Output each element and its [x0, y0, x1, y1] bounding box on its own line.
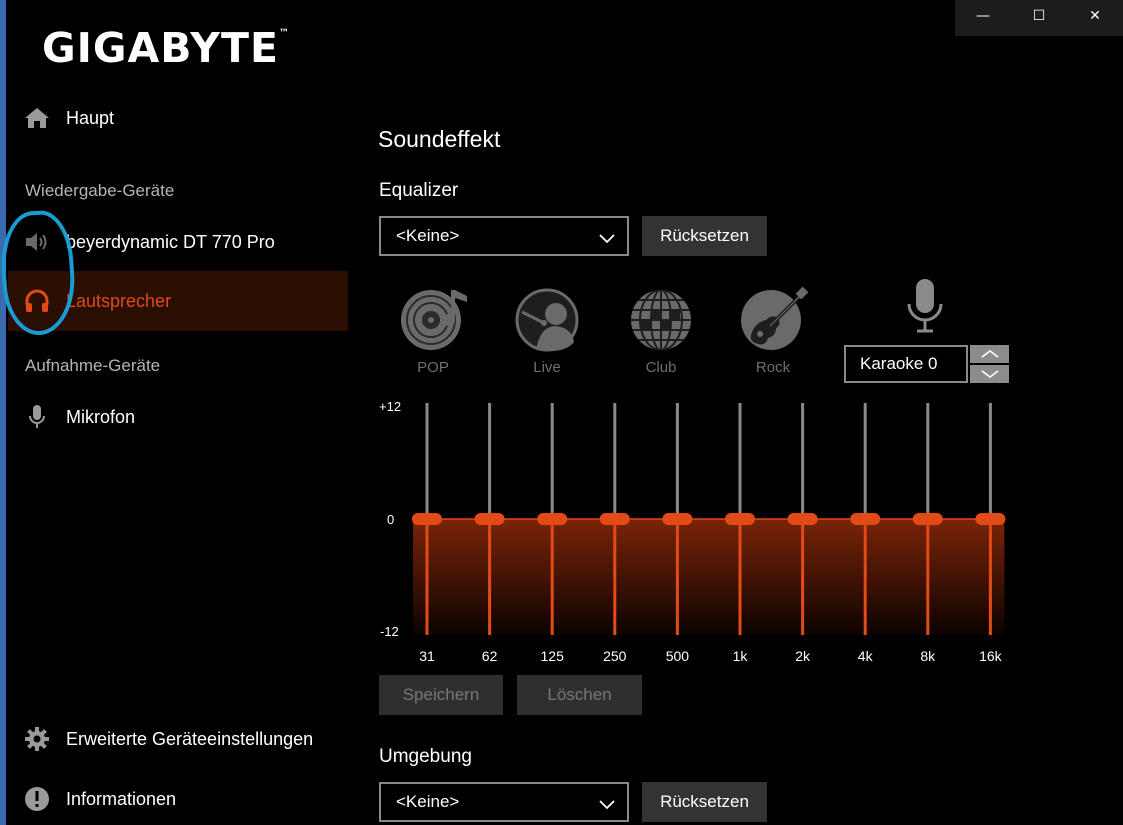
- sidebar-item-information[interactable]: Informationen: [8, 769, 348, 825]
- gigabyte-logo: GIGABYTE™: [42, 24, 290, 72]
- karaoke-up-button[interactable]: [970, 345, 1009, 363]
- chevron-down-icon: [599, 795, 615, 815]
- band-label-2k: 2k: [795, 648, 811, 664]
- home-icon: [24, 105, 50, 131]
- environment-heading: Umgebung: [379, 746, 472, 767]
- slider-thumb-62[interactable]: [474, 513, 505, 525]
- slider-thumb-125[interactable]: [537, 513, 568, 525]
- preset-pop[interactable]: POP: [398, 286, 468, 376]
- karaoke-microphone-icon: [906, 278, 944, 339]
- preset-club[interactable]: Club: [626, 286, 696, 376]
- karaoke-level-field[interactable]: Karaoke 0: [844, 345, 968, 383]
- maximize-button[interactable]: ☐: [1011, 0, 1067, 32]
- sidebar-item-label: beyerdynamic DT 770 Pro: [66, 231, 275, 252]
- select-value: <Keine>: [396, 792, 460, 811]
- delete-preset-button[interactable]: Löschen: [517, 675, 642, 715]
- guitar-icon: [741, 286, 809, 350]
- minimize-button[interactable]: —: [955, 0, 1011, 32]
- preset-rock[interactable]: Rock: [738, 286, 809, 376]
- chevron-down-icon: [599, 229, 615, 249]
- equalizer-fill-area: [413, 519, 1005, 635]
- chevron-down-icon: [981, 370, 998, 378]
- slider-thumb-31[interactable]: [412, 513, 442, 525]
- chevron-up-icon: [981, 350, 998, 358]
- slider-thumb-500[interactable]: [662, 513, 693, 525]
- band-label-250: 250: [603, 648, 627, 664]
- select-value: <Keine>: [396, 226, 460, 245]
- equalizer-reset-button[interactable]: Rücksetzen: [642, 216, 767, 256]
- preset-label: POP: [417, 359, 449, 376]
- band-label-16k: 16k: [979, 648, 1003, 664]
- slider-thumb-2k[interactable]: [787, 513, 818, 525]
- slider-thumb-8k[interactable]: [912, 513, 943, 525]
- band-label-125: 125: [541, 648, 565, 664]
- trademark-mark: ™: [278, 28, 290, 39]
- slider-thumb-4k[interactable]: [850, 513, 881, 525]
- save-preset-button[interactable]: Speichern: [379, 675, 503, 715]
- sidebar-item-label: Informationen: [66, 788, 177, 809]
- playback-devices-heading: Wiedergabe-Geräte: [25, 181, 175, 200]
- band-label-1k: 1k: [733, 648, 749, 664]
- close-button[interactable]: ✕: [1067, 0, 1123, 32]
- logo-text: GIGABYTE: [42, 24, 279, 72]
- slider-thumb-16k[interactable]: [975, 513, 1006, 525]
- microphone-icon: [24, 404, 50, 430]
- preset-live[interactable]: Live: [512, 286, 582, 376]
- title-bar: — ☐ ✕: [955, 0, 1123, 36]
- band-label-31: 31: [419, 648, 435, 664]
- singer-icon: [515, 288, 579, 352]
- equalizer-heading: Equalizer: [379, 180, 459, 201]
- window-border: [0, 0, 6, 825]
- preset-label: Live: [533, 359, 561, 376]
- sidebar-item-main[interactable]: Haupt: [8, 88, 348, 148]
- equalizer-sliders: 31 62 125 250 500 1k 2k 4k 8k 16k: [412, 403, 1006, 664]
- preset-label: Club: [645, 359, 677, 376]
- slider-thumb-250[interactable]: [599, 513, 630, 525]
- sidebar-item-mikrofon[interactable]: Mikrofon: [8, 387, 348, 447]
- band-label-500: 500: [666, 648, 690, 664]
- environment-reset-button[interactable]: Rücksetzen: [642, 782, 767, 822]
- vinyl-music-icon: [401, 290, 467, 350]
- sidebar-item-label: Mikrofon: [66, 406, 136, 427]
- recording-devices-heading: Aufnahme-Geräte: [25, 356, 161, 375]
- preset-label: Rock: [755, 359, 791, 376]
- equalizer-preset-select[interactable]: <Keine>: [379, 216, 629, 256]
- band-label-4k: 4k: [858, 648, 874, 664]
- gear-icon: [24, 726, 50, 752]
- page-title: Soundeffekt: [378, 126, 501, 152]
- sidebar-item-label: Haupt: [66, 107, 115, 128]
- slider-thumb-1k[interactable]: [725, 513, 755, 525]
- band-label-8k: 8k: [920, 648, 936, 664]
- equalizer-panel: +12 0 -12 31 62 125 250 500 1k 2k 4k 8k 16k: [372, 395, 1012, 675]
- karaoke-value: Karaoke 0: [860, 354, 938, 373]
- karaoke-down-button[interactable]: [970, 365, 1009, 383]
- sidebar-item-label: Erweiterte Geräteeinstellungen: [66, 728, 314, 749]
- disco-ball-icon: [631, 290, 691, 350]
- sidebar-item-label: Lautsprecher: [66, 290, 172, 311]
- environment-preset-select[interactable]: <Keine>: [379, 782, 629, 822]
- info-icon: [24, 786, 50, 812]
- band-label-62: 62: [482, 648, 498, 664]
- sidebar-item-advanced-settings[interactable]: Erweiterte Geräteeinstellungen: [8, 709, 348, 769]
